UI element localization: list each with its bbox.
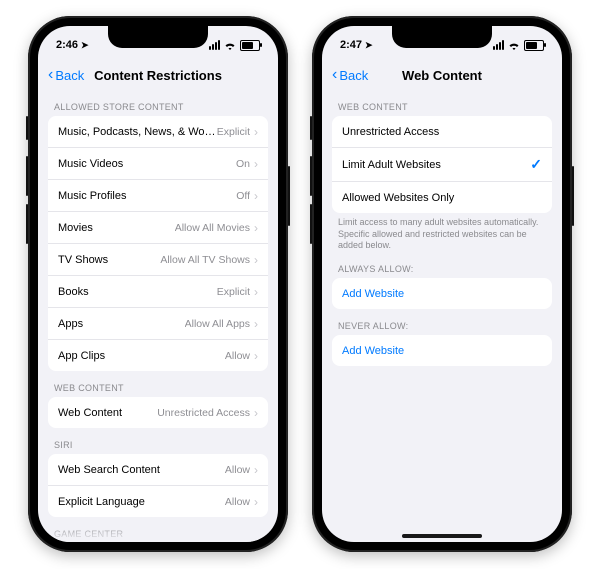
battery-icon — [524, 40, 544, 51]
chevron-right-icon: › — [254, 317, 258, 331]
screen-left: 2:46 ➤ ‹ Back Content Restrictions ALLOW… — [38, 26, 278, 542]
cellular-icon — [209, 40, 220, 50]
chevron-right-icon: › — [254, 157, 258, 171]
notch — [108, 26, 208, 48]
home-indicator[interactable] — [402, 534, 482, 538]
cellular-icon — [493, 40, 504, 50]
chevron-right-icon: › — [254, 495, 258, 509]
row-tv-shows[interactable]: TV Shows Allow All TV Shows › — [48, 243, 268, 275]
mute-switch — [310, 116, 312, 140]
nav-bar: ‹ Back Web Content — [322, 60, 562, 90]
chevron-left-icon: ‹ — [332, 67, 337, 83]
volume-up-button — [310, 156, 312, 196]
power-button — [572, 166, 574, 226]
group-always-allow: Add Website — [332, 278, 552, 309]
location-icon: ➤ — [81, 40, 89, 51]
row-allowed-websites-only[interactable]: Allowed Websites Only — [332, 181, 552, 213]
row-limit-adult-websites[interactable]: Limit Adult Websites ✓ — [332, 147, 552, 181]
chevron-right-icon: › — [254, 221, 258, 235]
battery-icon — [240, 40, 260, 51]
section-header-siri: SIRI — [54, 440, 262, 450]
section-header-always-allow: ALWAYS ALLOW: — [338, 264, 546, 274]
chevron-right-icon: › — [254, 189, 258, 203]
power-button — [288, 166, 290, 226]
row-music-podcasts[interactable]: Music, Podcasts, News, & Workouts Explic… — [48, 116, 268, 147]
row-music-videos[interactable]: Music Videos On › — [48, 147, 268, 179]
section-header-web-content: WEB CONTENT — [338, 102, 546, 112]
row-movies[interactable]: Movies Allow All Movies › — [48, 211, 268, 243]
chevron-right-icon: › — [254, 349, 258, 363]
location-icon: ➤ — [365, 40, 373, 51]
checkmark-icon: ✓ — [530, 156, 542, 173]
section-header-never-allow: NEVER ALLOW: — [338, 321, 546, 331]
section-header-game-center: GAME CENTER — [54, 529, 262, 539]
wifi-icon — [508, 41, 520, 50]
group-never-allow: Add Website — [332, 335, 552, 366]
mute-switch — [26, 116, 28, 140]
row-explicit-language[interactable]: Explicit Language Allow › — [48, 485, 268, 517]
chevron-left-icon: ‹ — [48, 67, 53, 83]
settings-list[interactable]: WEB CONTENT Unrestricted Access Limit Ad… — [322, 90, 562, 542]
phone-left: 2:46 ➤ ‹ Back Content Restrictions ALLOW… — [28, 16, 288, 552]
back-button[interactable]: ‹ Back — [332, 67, 368, 83]
chevron-right-icon: › — [254, 463, 258, 477]
chevron-right-icon: › — [254, 125, 258, 139]
chevron-right-icon: › — [254, 406, 258, 420]
nav-bar: ‹ Back Content Restrictions — [38, 60, 278, 90]
group-web-content: Web Content Unrestricted Access › — [48, 397, 268, 428]
row-web-search-content[interactable]: Web Search Content Allow › — [48, 454, 268, 485]
group-web-content-options: Unrestricted Access Limit Adult Websites… — [332, 116, 552, 213]
row-app-clips[interactable]: App Clips Allow › — [48, 339, 268, 371]
status-time: 2:46 — [56, 39, 78, 51]
row-books[interactable]: Books Explicit › — [48, 275, 268, 307]
screen-right: 2:47 ➤ ‹ Back Web Content WEB CONTENT Un… — [322, 26, 562, 542]
row-add-website-never[interactable]: Add Website — [332, 335, 552, 366]
section-header-web-content: WEB CONTENT — [54, 383, 262, 393]
status-time: 2:47 — [340, 39, 362, 51]
section-header-allowed-store: ALLOWED STORE CONTENT — [54, 102, 262, 112]
volume-down-button — [310, 204, 312, 244]
group-allowed-store: Music, Podcasts, News, & Workouts Explic… — [48, 116, 268, 371]
group-siri: Web Search Content Allow › Explicit Lang… — [48, 454, 268, 517]
chevron-right-icon: › — [254, 253, 258, 267]
chevron-right-icon: › — [254, 285, 258, 299]
wifi-icon — [224, 41, 236, 50]
volume-up-button — [26, 156, 28, 196]
section-footer-web-content: Limit access to many adult websites auto… — [338, 217, 546, 252]
notch — [392, 26, 492, 48]
row-unrestricted-access[interactable]: Unrestricted Access — [332, 116, 552, 147]
row-music-profiles[interactable]: Music Profiles Off › — [48, 179, 268, 211]
volume-down-button — [26, 204, 28, 244]
back-button[interactable]: ‹ Back — [48, 67, 84, 83]
back-label: Back — [55, 68, 84, 83]
row-apps[interactable]: Apps Allow All Apps › — [48, 307, 268, 339]
row-add-website-always[interactable]: Add Website — [332, 278, 552, 309]
settings-list[interactable]: ALLOWED STORE CONTENT Music, Podcasts, N… — [38, 90, 278, 542]
row-web-content[interactable]: Web Content Unrestricted Access › — [48, 397, 268, 428]
back-label: Back — [339, 68, 368, 83]
phone-right: 2:47 ➤ ‹ Back Web Content WEB CONTENT Un… — [312, 16, 572, 552]
